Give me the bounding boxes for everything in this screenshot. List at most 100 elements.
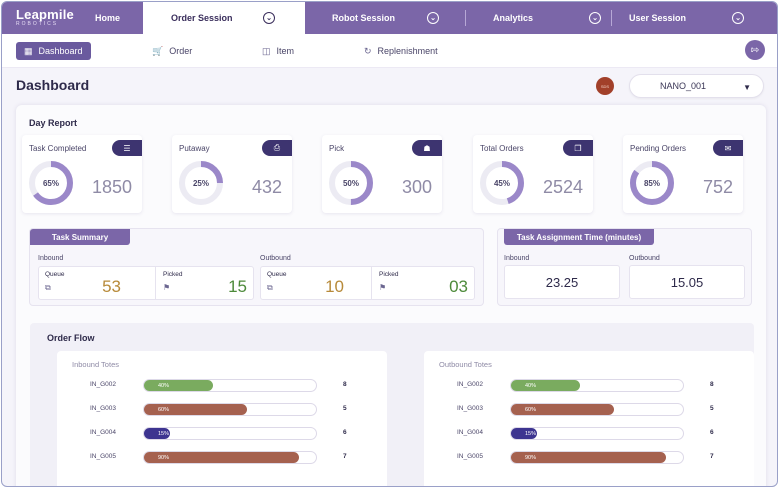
chevron-down-icon[interactable]: ⌄ [263, 12, 275, 24]
checklist-icon: ☰ [112, 140, 142, 156]
picked-icon: ⚑ [379, 283, 387, 292]
kpi-label: Pending Orders [630, 144, 687, 153]
inbound-picked-value: 15 [228, 277, 247, 296]
subnav-item[interactable]: ◫ Item [262, 42, 294, 60]
tote-progress-fill: 90% [511, 452, 666, 463]
chevron-down-icon[interactable]: ⌄ [427, 12, 439, 24]
subnav-item-label: Item [276, 46, 295, 56]
logout-button[interactable]: ⇰ [745, 40, 765, 60]
tote-row: IN_G003 60% 5 [424, 402, 754, 418]
tote-progress: 90% [510, 451, 684, 464]
queue-label: Queue [267, 271, 287, 278]
order-flow-card: Order Flow Inbound Totes IN_G002 40% 8 IN_G… [30, 323, 754, 486]
tote-name: IN_G003 [90, 405, 117, 412]
kpi-card: Task Completed ☰ 65% 1850 [22, 135, 142, 213]
nav-robot-session-label: Robot Session [332, 13, 396, 23]
tote-name: IN_G002 [90, 381, 117, 388]
outbound-totes-title: Outbound Totes [439, 360, 492, 369]
chevron-down-icon[interactable]: ⌄ [589, 12, 601, 24]
logo-text: Leapmile [16, 7, 74, 22]
page-header: Dashboard SDS NANO_001 ▼ [2, 69, 777, 103]
subnav-replenishment-label: Replenishment [377, 46, 438, 56]
nav-home[interactable]: Home [86, 2, 143, 34]
tote-progress-fill: 60% [144, 404, 248, 415]
outbound-label: Outbound [629, 255, 660, 262]
refresh-icon: ↻ [364, 45, 372, 56]
day-report-title: Day Report [29, 118, 78, 128]
pending-icon: ✉ [713, 140, 743, 156]
divider [371, 267, 372, 299]
tote-progress: 60% [510, 403, 684, 416]
outbound-summary: Queue ⧉ 10 Picked ⚑ 03 [260, 266, 475, 300]
robot-select-value: NANO_001 [660, 81, 707, 91]
queue-icon: ⧉ [267, 283, 273, 292]
kpi-percent: 65% [42, 178, 59, 188]
subnav-order-label: Order [169, 46, 193, 56]
picked-label: Picked [163, 271, 183, 278]
sub-nav: ▦ Dashboard 🛒 Order ◫ Item ↻ Replenishme… [2, 34, 777, 68]
queue-label: Queue [45, 271, 65, 278]
tote-row: IN_G002 40% 8 [424, 378, 754, 394]
grid-icon: ▦ [24, 45, 33, 56]
outbound-queue-value: 10 [325, 277, 344, 296]
nav-user-session[interactable]: User Session ⌄ [612, 2, 760, 34]
outbound-label: Outbound [260, 255, 291, 262]
kpi-label: Putaway [179, 144, 210, 153]
boxes-icon: ◫ [262, 45, 271, 56]
subnav-dashboard[interactable]: ▦ Dashboard [16, 42, 91, 60]
logo[interactable]: Leapmile ROBOTICS [2, 2, 86, 34]
kpi-value: 432 [251, 177, 282, 197]
subnav-replenishment[interactable]: ↻ Replenishment [364, 42, 438, 60]
tote-progress: 60% [143, 403, 317, 416]
nav-order-session[interactable]: Order Session ⌄ [143, 2, 305, 34]
tote-progress: 15% [143, 427, 317, 440]
order-flow-title: Order Flow [47, 333, 95, 343]
outbound-picked-value: 03 [449, 277, 468, 296]
tote-count: 7 [343, 453, 347, 460]
divider [155, 267, 156, 299]
inbound-queue-value: 53 [102, 277, 121, 296]
inbound-summary: Queue ⧉ 53 Picked ⚑ 15 [38, 266, 254, 300]
page-title: Dashboard [16, 77, 90, 93]
logo-subtext: ROBOTICS [16, 21, 59, 27]
tote-progress-fill: 40% [511, 380, 580, 391]
picked-label: Picked [379, 271, 399, 278]
task-assignment-card: Task Assignment Time (minutes) Inbound O… [497, 228, 752, 306]
tote-row: IN_G005 90% 7 [424, 450, 754, 466]
tote-progress-fill: 15% [144, 428, 170, 439]
app-window: Leapmile ROBOTICS Home Order Session ⌄ R… [1, 1, 778, 487]
tote-row: IN_G003 60% 5 [57, 402, 387, 418]
tote-row: IN_G002 40% 8 [57, 378, 387, 394]
avatar[interactable]: SDS [596, 77, 614, 95]
tote-count: 6 [710, 429, 714, 436]
subnav-order[interactable]: 🛒 Order [152, 42, 192, 60]
tote-progress-fill: 60% [511, 404, 615, 415]
dashboard-panel: Day Report Task Completed ☰ 65% 1850 Putaway… [16, 105, 766, 486]
tote-name: IN_G004 [90, 429, 117, 436]
kpi-percent: 45% [493, 178, 510, 188]
tote-row: IN_G005 90% 7 [57, 450, 387, 466]
outbound-totes-panel: Outbound Totes IN_G002 40% 8 IN_G003 60% 5 IN_… [424, 351, 754, 486]
tote-count: 6 [343, 429, 347, 436]
tote-progress: 15% [510, 427, 684, 440]
inbound-label: Inbound [38, 255, 64, 262]
outbound-time-value: 15.05 [629, 265, 745, 299]
kpi-percent: 50% [342, 178, 359, 188]
kpi-value: 752 [702, 177, 733, 197]
robot-select[interactable]: NANO_001 ▼ [629, 74, 764, 98]
kpi-label: Task Completed [29, 144, 87, 153]
chevron-down-icon[interactable]: ⌄ [732, 12, 744, 24]
task-summary-card: Task Summary Inbound Outbound Queue ⧉ 53… [29, 228, 484, 306]
tote-name: IN_G005 [457, 453, 484, 460]
nav-robot-session[interactable]: Robot Session ⌄ [305, 2, 465, 34]
tote-name: IN_G005 [90, 453, 117, 460]
nav-order-session-label: Order Session [171, 13, 233, 23]
kpi-card: Putaway ⎙ 25% 432 [172, 135, 292, 213]
nav-analytics[interactable]: Analytics ⌄ [466, 2, 611, 34]
queue-icon: ⧉ [45, 283, 51, 292]
tote-row: IN_G004 15% 6 [57, 426, 387, 442]
top-nav: Leapmile ROBOTICS Home Order Session ⌄ R… [2, 2, 777, 34]
kpi-card: Pick ☗ 50% 300 [322, 135, 442, 213]
kpi-card: Total Orders ❐ 45% 2524 [473, 135, 593, 213]
tote-progress: 40% [143, 379, 317, 392]
